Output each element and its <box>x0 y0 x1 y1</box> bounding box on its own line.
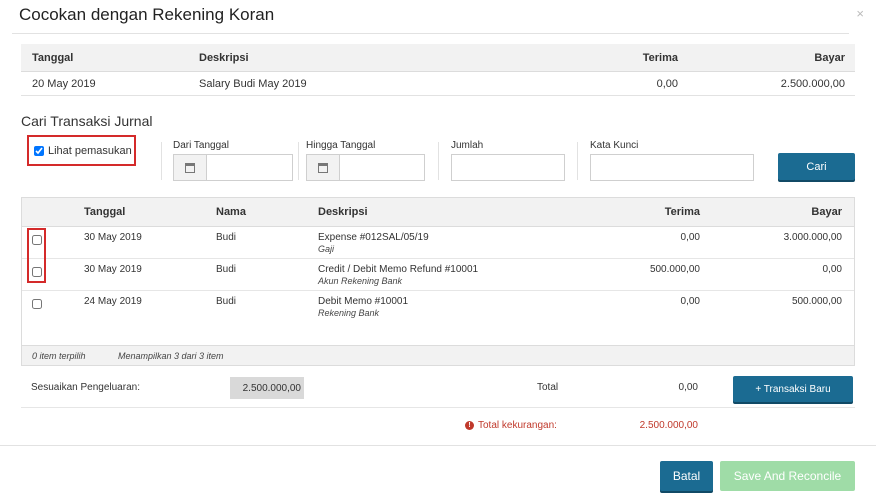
jr-header-deskripsi: Deskripsi <box>318 206 368 218</box>
lihat-pemasukan-checkbox[interactable] <box>34 145 44 156</box>
dari-tanggal-field[interactable] <box>173 154 293 181</box>
bank-table-row: 20 May 2019 Salary Budi May 2019 0,00 2.… <box>21 72 855 96</box>
filter-divider <box>298 142 299 180</box>
jr-row-terima: 0,00 <box>680 296 700 307</box>
hingga-tanggal-label: Hingga Tanggal <box>306 140 376 151</box>
title-divider <box>12 33 849 34</box>
bank-row-bayar: 2.500.000,00 <box>780 77 845 90</box>
jumlah-input[interactable] <box>451 154 565 181</box>
jr-header-nama: Nama <box>216 206 246 218</box>
table-row[interactable]: 30 May 2019 Budi Credit / Debit Memo Ref… <box>22 259 854 291</box>
adjust-label: Sesuaikan Pengeluaran: <box>31 382 140 393</box>
shortfall-label: Total kekurangan: <box>478 420 557 431</box>
bank-header-terima: Terima <box>642 51 678 64</box>
jr-row-terima: 0,00 <box>680 232 700 243</box>
jr-row-deskripsi: Expense #012SAL/05/19 <box>318 232 429 243</box>
close-icon[interactable]: × <box>856 6 864 21</box>
dari-calendar-addon[interactable] <box>174 155 207 180</box>
filter-divider <box>577 142 578 180</box>
jr-row-bayar: 3.000.000,00 <box>783 232 842 243</box>
journal-table: Tanggal Nama Deskripsi Terima Bayar 30 M… <box>21 197 855 366</box>
row-select-checkbox[interactable] <box>32 299 42 309</box>
footer-divider <box>0 445 876 446</box>
selected-count: 0 item terpilih <box>32 351 86 361</box>
modal-title: Cocokan dengan Rekening Koran <box>19 5 275 24</box>
hingga-calendar-addon[interactable] <box>307 155 340 180</box>
checkbox-highlight <box>27 228 46 283</box>
section-title-cari: Cari Transaksi Jurnal <box>21 113 153 129</box>
jr-row-nama: Budi <box>216 232 237 243</box>
calendar-icon <box>318 162 328 173</box>
table-row[interactable]: 30 May 2019 Budi Expense #012SAL/05/19 G… <box>22 227 854 259</box>
showing-count: Menampilkan 3 dari 3 item <box>118 351 224 361</box>
jr-row-account: Rekening Bank <box>318 308 380 318</box>
jr-row-tanggal: 30 May 2019 <box>84 232 142 243</box>
jumlah-label: Jumlah <box>451 140 484 151</box>
calendar-icon <box>185 162 195 173</box>
hingga-tanggal-field[interactable] <box>306 154 425 181</box>
jr-row-account: Gaji <box>318 244 335 254</box>
bank-header-tanggal: Tanggal <box>32 51 74 64</box>
jr-row-nama: Budi <box>216 264 237 275</box>
total-value: 0,00 <box>678 382 698 393</box>
jr-row-terima: 500.000,00 <box>649 264 700 275</box>
jr-row-nama: Budi <box>216 296 237 307</box>
jr-header-bayar: Bayar <box>811 206 842 218</box>
jr-header-terima: Terima <box>664 206 700 218</box>
adjust-value: 2.500.000,00 <box>230 377 304 399</box>
cari-button[interactable]: Cari <box>778 153 855 180</box>
jr-row-tanggal: 30 May 2019 <box>84 264 142 275</box>
dari-tanggal-label: Dari Tanggal <box>173 140 229 151</box>
jr-row-bayar: 500.000,00 <box>791 296 842 307</box>
bank-header-deskripsi: Deskripsi <box>199 51 249 64</box>
bank-statement-table: Tanggal Deskripsi Terima Bayar 20 May 20… <box>21 44 855 96</box>
bank-row-deskripsi: Salary Budi May 2019 <box>199 77 307 90</box>
lihat-pemasukan-label: Lihat pemasukan <box>48 144 132 157</box>
kata-kunci-label: Kata Kunci <box>590 140 639 151</box>
add-transaction-button[interactable]: + Transaksi Baru <box>733 376 853 402</box>
total-label: Total <box>537 382 559 393</box>
bank-row-terima: 0,00 <box>656 77 678 90</box>
filter-divider <box>438 142 439 180</box>
adjust-divider <box>21 407 855 408</box>
shortfall-value: 2.500.000,00 <box>639 420 698 431</box>
save-and-reconcile-button[interactable]: Save And Reconcile <box>720 461 855 491</box>
table-row[interactable]: 24 May 2019 Budi Debit Memo #10001 Reken… <box>22 291 854 323</box>
filter-divider <box>161 142 162 180</box>
journal-table-footer: 0 item terpilih Menampilkan 3 dari 3 ite… <box>22 345 854 365</box>
jr-header-tanggal: Tanggal <box>84 206 126 218</box>
cancel-button[interactable]: Batal <box>660 461 713 491</box>
lihat-pemasukan-toggle[interactable]: Lihat pemasukan <box>27 135 136 166</box>
jr-row-account: Akun Rekening Bank <box>318 276 403 286</box>
warning-icon: ! <box>465 421 474 430</box>
bank-row-tanggal: 20 May 2019 <box>32 77 96 90</box>
kata-kunci-input[interactable] <box>590 154 754 181</box>
jr-row-deskripsi: Debit Memo #10001 <box>318 296 409 307</box>
jr-row-deskripsi: Credit / Debit Memo Refund #10001 <box>318 264 479 275</box>
shortfall-warning: ! Total kekurangan: <box>465 420 557 431</box>
journal-table-header: Tanggal Nama Deskripsi Terima Bayar <box>22 198 854 227</box>
jr-row-bayar: 0,00 <box>822 264 842 275</box>
bank-header-bayar: Bayar <box>814 51 845 64</box>
jr-row-tanggal: 24 May 2019 <box>84 296 142 307</box>
bank-table-header: Tanggal Deskripsi Terima Bayar <box>21 44 855 72</box>
